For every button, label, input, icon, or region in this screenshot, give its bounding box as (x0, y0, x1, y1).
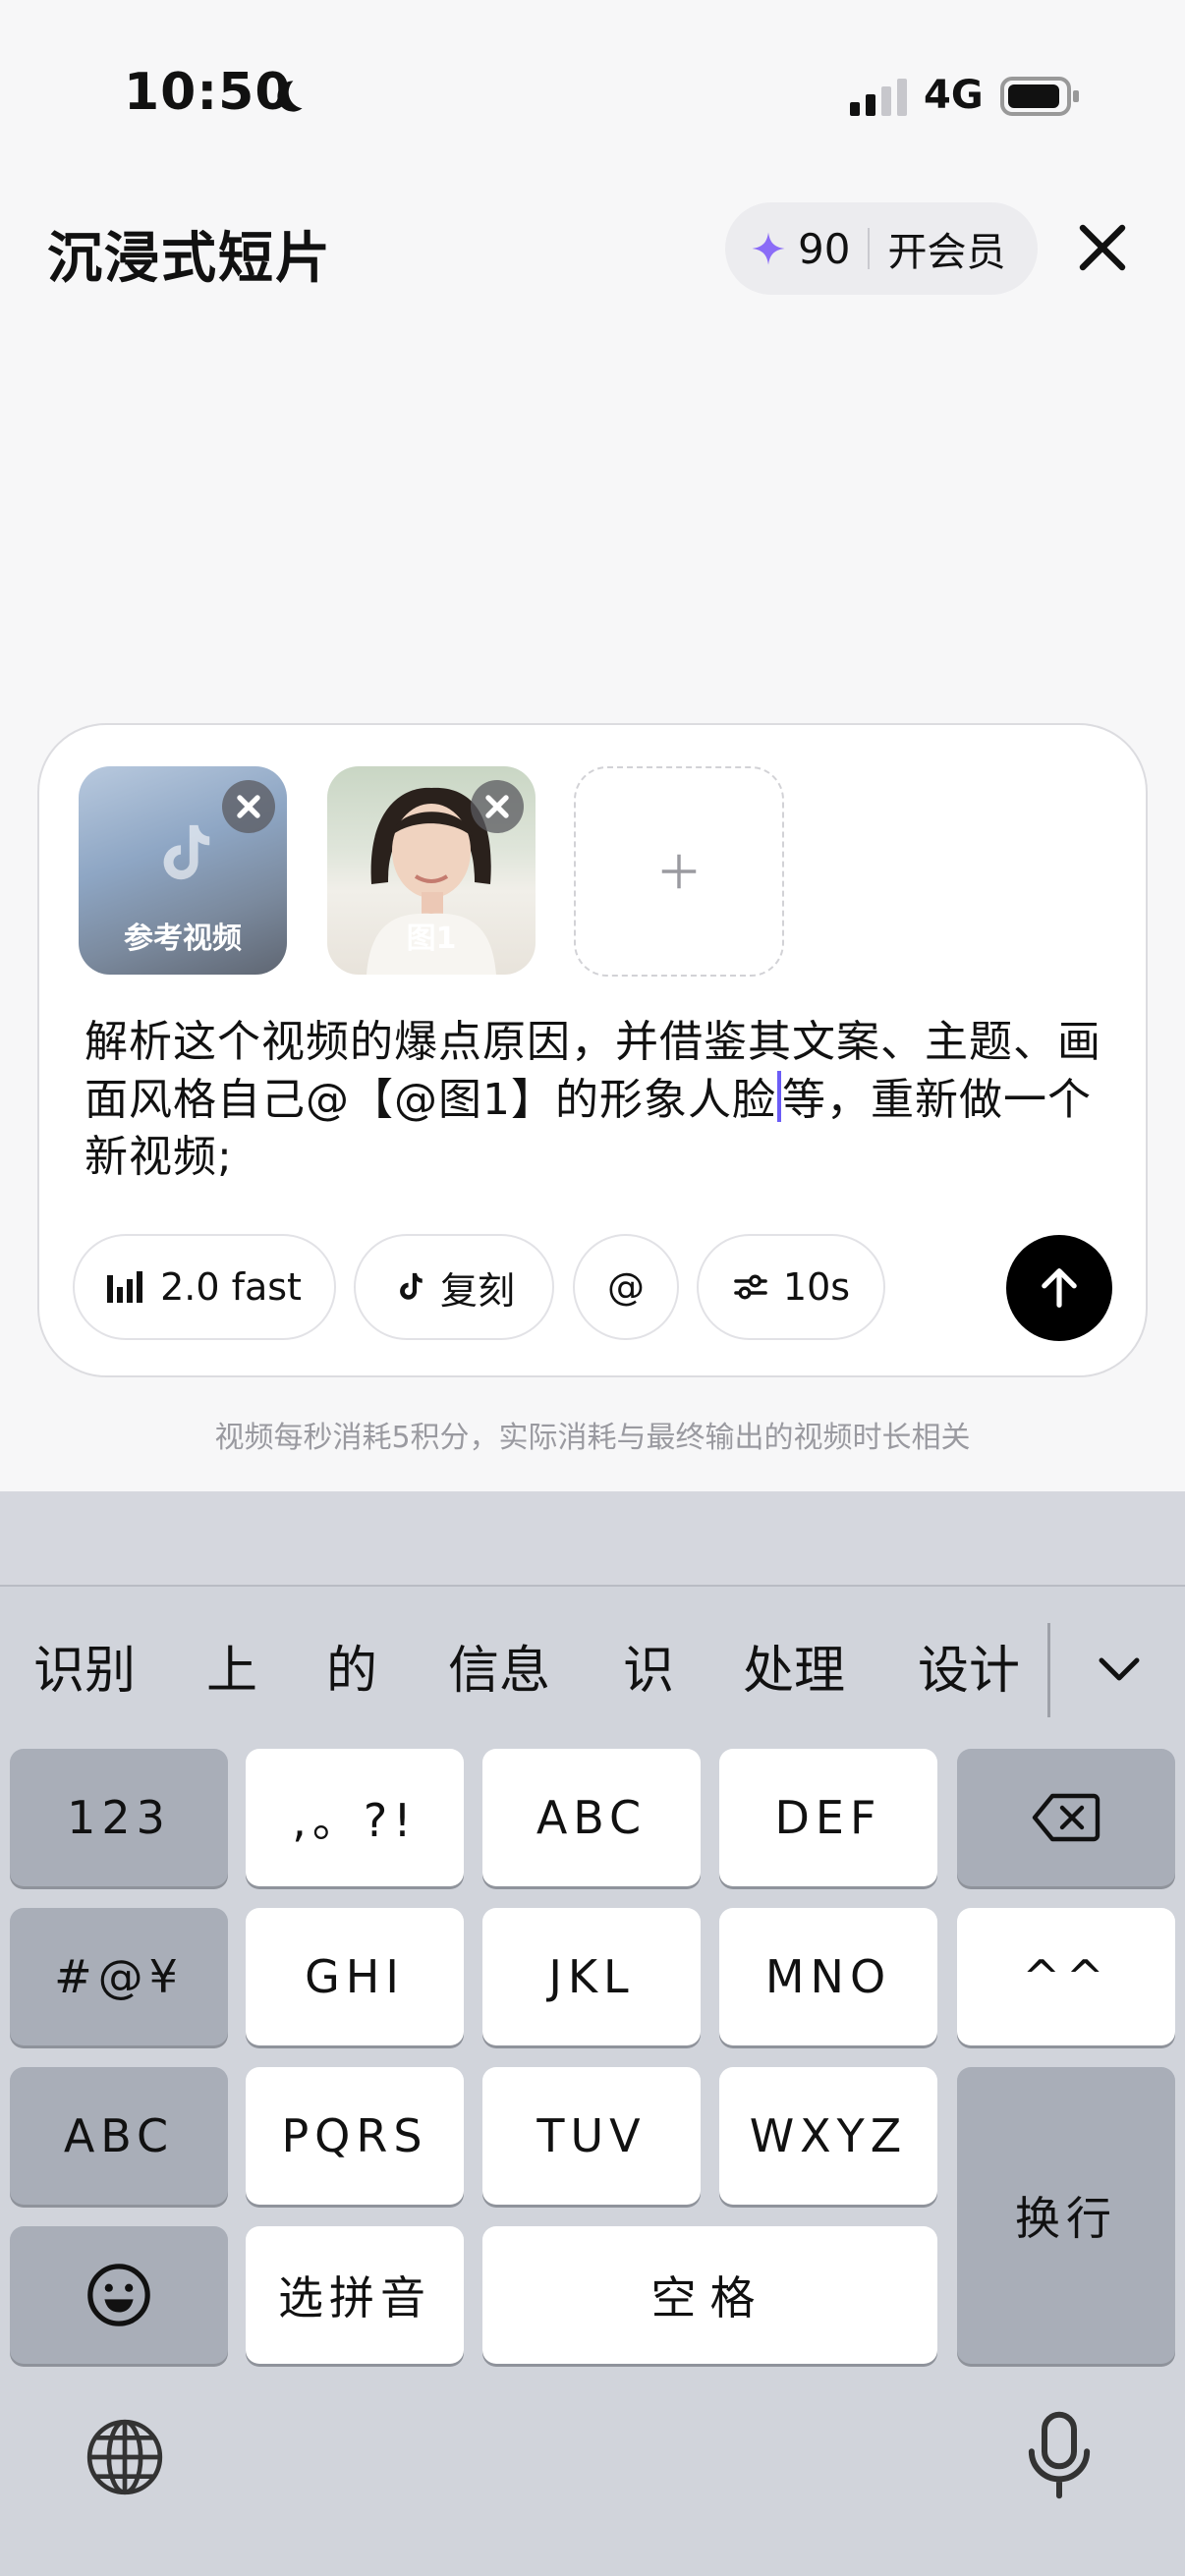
send-button[interactable] (1006, 1235, 1112, 1341)
close-icon[interactable] (1073, 218, 1132, 277)
divider (0, 1585, 1185, 1587)
close-icon (237, 795, 260, 818)
bars-icon (107, 1271, 143, 1303)
text-caret (777, 1071, 781, 1122)
tiktok-logo-icon (163, 824, 210, 880)
credit-hint: 视频每秒消耗5积分，实际消耗与最终输出的视频时长相关 (214, 1421, 971, 1455)
add-attachment-button[interactable] (574, 766, 784, 977)
remix-button[interactable]: 复刻 (354, 1234, 554, 1340)
thumbnail-label: 图1 (406, 922, 457, 956)
key-select-pinyin[interactable]: 选拼音 (246, 2226, 464, 2364)
remove-video-button[interactable] (222, 780, 275, 833)
key-punctuation[interactable]: ,。?! (246, 1749, 464, 1886)
plus-icon (661, 854, 697, 889)
candidate-word[interactable]: 的 (326, 1629, 377, 1703)
sliders-icon (734, 1274, 767, 1300)
battery-icon (1000, 77, 1079, 116)
model-selector-button[interactable]: 2.0 fast (73, 1234, 336, 1340)
backspace-icon (1032, 1793, 1100, 1842)
model-label: 2.0 fast (160, 1265, 302, 1309)
thumbnail-label: 参考视频 (124, 922, 242, 956)
prompt-input[interactable]: 解析这个视频的爆点原因，并借鉴其文案、主题、画面风格自己@【@图1】的形象人脸等… (85, 1014, 1106, 1186)
reference-video-thumbnail[interactable]: 参考视频 (79, 766, 287, 975)
microphone-icon[interactable] (1022, 2411, 1097, 2499)
chevron-down-icon[interactable] (1093, 1643, 1146, 1696)
candidate-word[interactable]: 上 (206, 1629, 257, 1703)
backspace-key[interactable] (957, 1749, 1175, 1886)
candidate-word[interactable]: 识别 (33, 1629, 136, 1703)
remix-label: 复刻 (439, 1268, 515, 1313)
key-numbers[interactable]: 123 (10, 1749, 228, 1886)
space-key[interactable]: 空格 (482, 2226, 937, 2364)
moon-icon (277, 81, 303, 112)
arrow-up-icon (1042, 1268, 1077, 1308)
image-1-thumbnail[interactable]: 图1 (327, 766, 536, 975)
smiley-icon (87, 2264, 150, 2326)
key-mno[interactable]: MNO (719, 1908, 937, 2045)
close-icon (485, 795, 509, 818)
tiktok-icon (400, 1272, 423, 1300)
divider (1047, 1623, 1050, 1717)
key-english[interactable]: ABC (10, 2067, 228, 2205)
key-abc[interactable]: ABC (482, 1749, 701, 1886)
candidate-word[interactable]: 处理 (743, 1629, 845, 1703)
mention-label: @ (607, 1265, 645, 1309)
key-symbols[interactable]: #@¥ (10, 1908, 228, 2045)
duration-label: 10s (782, 1265, 851, 1309)
key-pqrs[interactable]: PQRS (246, 2067, 464, 2205)
key-tuv[interactable]: TUV (482, 2067, 701, 2205)
key-ghi[interactable]: GHI (246, 1908, 464, 2045)
candidate-bar (0, 1491, 1185, 1586)
return-key[interactable]: 换行 (957, 2067, 1175, 2364)
key-emoticon[interactable]: ^^ (957, 1908, 1175, 2045)
sparkle-icon (752, 232, 785, 265)
candidate-word[interactable]: 设计 (918, 1629, 1020, 1703)
mention-button[interactable]: @ (573, 1234, 679, 1340)
duration-button[interactable]: 10s (697, 1234, 885, 1340)
signal-icon (850, 79, 907, 116)
globe-icon[interactable] (83, 2415, 167, 2499)
candidate-word[interactable]: 信息 (448, 1629, 550, 1703)
credits-count: 90 (798, 224, 851, 273)
candidate-word[interactable]: 识 (623, 1629, 674, 1703)
key-jkl[interactable]: JKL (482, 1908, 701, 2045)
page-title: 沉浸式短片 (47, 227, 332, 291)
vip-button[interactable]: 开会员 (887, 220, 1005, 277)
divider (868, 228, 871, 269)
credits-pill[interactable]: 90 开会员 (725, 202, 1038, 295)
emoji-key[interactable] (10, 2226, 228, 2364)
remove-image-button[interactable] (471, 780, 524, 833)
key-def[interactable]: DEF (719, 1749, 937, 1886)
network-type: 4G (924, 73, 984, 118)
key-wxyz[interactable]: WXYZ (719, 2067, 937, 2205)
